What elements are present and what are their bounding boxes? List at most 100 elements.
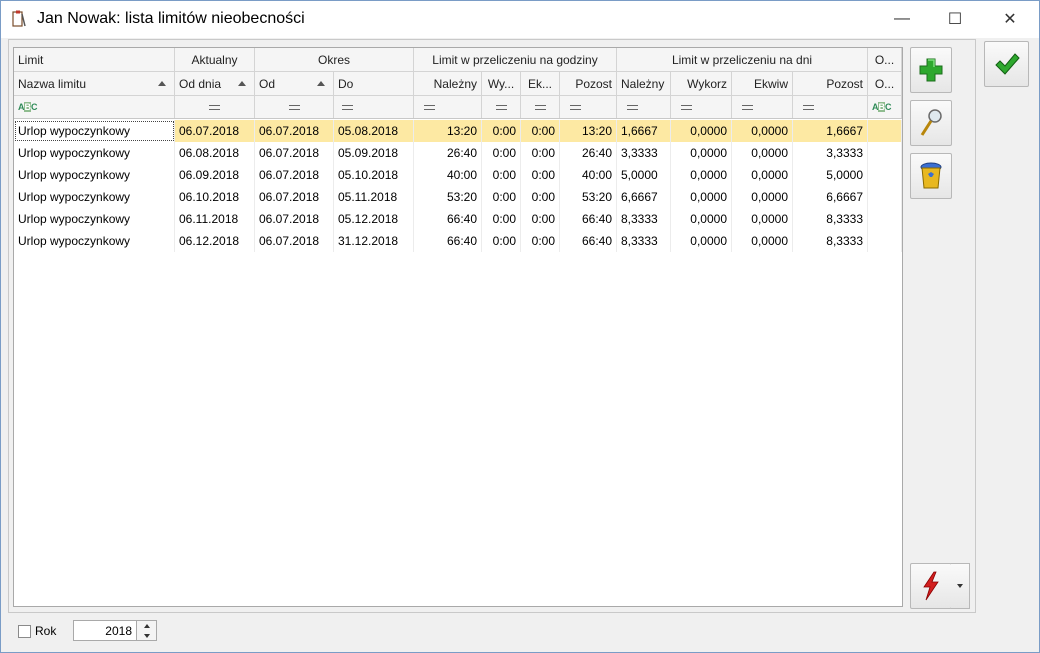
cell-hours-due[interactable]: 66:40 — [414, 230, 482, 252]
cell-hours-due[interactable]: 53:20 — [414, 186, 482, 208]
column-header-name[interactable]: Nazwa limitu — [14, 72, 175, 95]
cell-name[interactable]: Urlop wypoczynkowy — [14, 164, 175, 186]
cell-current-from[interactable]: 06.08.2018 — [175, 142, 255, 164]
action-dropdown-button[interactable] — [951, 563, 970, 609]
cell-period-from[interactable]: 06.07.2018 — [255, 164, 334, 186]
filter-cell-days-used[interactable] — [671, 96, 732, 118]
group-header-other[interactable]: O... — [868, 48, 902, 71]
filter-cell-days-remaining[interactable] — [793, 96, 868, 118]
column-header-hours-due[interactable]: Należny — [414, 72, 482, 95]
cell-hours-due[interactable]: 26:40 — [414, 142, 482, 164]
cell-days-used[interactable]: 0,0000 — [671, 120, 732, 142]
year-spinner[interactable] — [136, 620, 157, 641]
cell-name[interactable]: Urlop wypoczynkowy — [14, 142, 175, 164]
cell-days-used[interactable]: 0,0000 — [671, 230, 732, 252]
filter-cell-period-from[interactable] — [255, 96, 334, 118]
cell-period-to[interactable]: 05.11.2018 — [334, 186, 414, 208]
cell-hours-remaining[interactable]: 53:20 — [560, 186, 617, 208]
cell-period-from[interactable]: 06.07.2018 — [255, 230, 334, 252]
cell-days-equiv[interactable]: 0,0000 — [732, 208, 793, 230]
filter-cell-days-due[interactable] — [617, 96, 671, 118]
cell-hours-used[interactable]: 0:00 — [482, 186, 521, 208]
cell-hours-due[interactable]: 40:00 — [414, 164, 482, 186]
cell-hours-used[interactable]: 0:00 — [482, 208, 521, 230]
cell-hours-due[interactable]: 13:20 — [414, 120, 482, 142]
filter-cell-name[interactable]: ABC — [14, 96, 175, 118]
cell-hours-equiv[interactable]: 0:00 — [521, 186, 560, 208]
cell-days-due[interactable]: 3,3333 — [617, 142, 671, 164]
column-header-period-to[interactable]: Do — [334, 72, 414, 95]
cell-days-due[interactable]: 1,6667 — [617, 120, 671, 142]
filter-cell-hours-due[interactable] — [414, 96, 482, 118]
action-button[interactable] — [910, 563, 952, 609]
limits-grid[interactable]: Limit Aktualny Okres Limit w przeliczeni… — [13, 47, 903, 607]
column-header-hours-remaining[interactable]: Pozost — [560, 72, 617, 95]
cell-period-from[interactable]: 06.07.2018 — [255, 186, 334, 208]
maximize-button[interactable]: ☐ — [932, 1, 978, 37]
add-button[interactable] — [910, 47, 952, 93]
column-header-period-from[interactable]: Od — [255, 72, 334, 95]
cell-hours-used[interactable]: 0:00 — [482, 120, 521, 142]
cell-name[interactable]: Urlop wypoczynkowy — [14, 208, 175, 230]
column-header-days-remaining[interactable]: Pozost — [793, 72, 868, 95]
cell-period-to[interactable]: 05.08.2018 — [334, 120, 414, 142]
cell-name[interactable]: Urlop wypoczynkowy — [14, 230, 175, 252]
group-header-limit[interactable]: Limit — [14, 48, 175, 71]
cell-other[interactable] — [868, 142, 902, 164]
cell-days-due[interactable]: 8,3333 — [617, 230, 671, 252]
cell-days-equiv[interactable]: 0,0000 — [732, 142, 793, 164]
delete-button[interactable] — [910, 153, 952, 199]
cell-period-from[interactable]: 06.07.2018 — [255, 120, 334, 142]
table-row[interactable]: Urlop wypoczynkowy 06.12.2018 06.07.2018 31… — [14, 230, 902, 252]
cell-days-used[interactable]: 0,0000 — [671, 186, 732, 208]
table-row[interactable]: Urlop wypoczynkowy 06.11.2018 06.07.2018 05… — [14, 208, 902, 230]
filter-cell-days-equiv[interactable] — [732, 96, 793, 118]
filter-cell-period-to[interactable] — [334, 96, 414, 118]
column-header-days-used[interactable]: Wykorz — [671, 72, 732, 95]
filter-cell-hours-used[interactable] — [482, 96, 521, 118]
filter-cell-other[interactable]: ABC — [868, 96, 902, 118]
cell-hours-equiv[interactable]: 0:00 — [521, 142, 560, 164]
column-header-days-due[interactable]: Należny — [617, 72, 671, 95]
cell-name[interactable]: Urlop wypoczynkowy — [14, 186, 175, 208]
cell-period-to[interactable]: 05.10.2018 — [334, 164, 414, 186]
cell-current-from[interactable]: 06.07.2018 — [175, 120, 255, 142]
cell-days-equiv[interactable]: 0,0000 — [732, 164, 793, 186]
cell-days-remaining[interactable]: 5,0000 — [793, 164, 868, 186]
cell-current-from[interactable]: 06.10.2018 — [175, 186, 255, 208]
year-input[interactable] — [73, 620, 137, 641]
cell-hours-equiv[interactable]: 0:00 — [521, 120, 560, 142]
cell-days-equiv[interactable]: 0,0000 — [732, 230, 793, 252]
cell-days-remaining[interactable]: 8,3333 — [793, 230, 868, 252]
group-header-period[interactable]: Okres — [255, 48, 414, 71]
cell-hours-remaining[interactable]: 13:20 — [560, 120, 617, 142]
cell-days-remaining[interactable]: 1,6667 — [793, 120, 868, 142]
column-header-hours-equiv[interactable]: Ek... — [521, 72, 560, 95]
cell-period-from[interactable]: 06.07.2018 — [255, 142, 334, 164]
cell-days-used[interactable]: 0,0000 — [671, 142, 732, 164]
filter-cell-hours-remaining[interactable] — [560, 96, 617, 118]
cell-days-used[interactable]: 0,0000 — [671, 164, 732, 186]
table-row[interactable]: Urlop wypoczynkowy 06.09.2018 06.07.2018 05… — [14, 164, 902, 186]
year-checkbox[interactable] — [18, 625, 31, 638]
column-header-days-equiv[interactable]: Ekwiw — [732, 72, 793, 95]
confirm-button[interactable] — [984, 41, 1029, 87]
table-row[interactable]: Urlop wypoczynkowy 06.10.2018 06.07.2018 05… — [14, 186, 902, 208]
group-header-days[interactable]: Limit w przeliczeniu na dni — [617, 48, 868, 71]
cell-other[interactable] — [868, 186, 902, 208]
cell-period-to[interactable]: 05.12.2018 — [334, 208, 414, 230]
cell-other[interactable] — [868, 164, 902, 186]
cell-hours-equiv[interactable]: 0:00 — [521, 164, 560, 186]
cell-current-from[interactable]: 06.12.2018 — [175, 230, 255, 252]
filter-cell-hours-equiv[interactable] — [521, 96, 560, 118]
cell-days-remaining[interactable]: 6,6667 — [793, 186, 868, 208]
spin-down-button[interactable] — [137, 631, 156, 641]
cell-period-to[interactable]: 31.12.2018 — [334, 230, 414, 252]
cell-period-to[interactable]: 05.09.2018 — [334, 142, 414, 164]
cell-name[interactable]: Urlop wypoczynkowy — [14, 120, 175, 142]
cell-hours-equiv[interactable]: 0:00 — [521, 208, 560, 230]
cell-hours-used[interactable]: 0:00 — [482, 164, 521, 186]
group-header-current[interactable]: Aktualny — [175, 48, 255, 71]
cell-current-from[interactable]: 06.09.2018 — [175, 164, 255, 186]
cell-hours-remaining[interactable]: 26:40 — [560, 142, 617, 164]
